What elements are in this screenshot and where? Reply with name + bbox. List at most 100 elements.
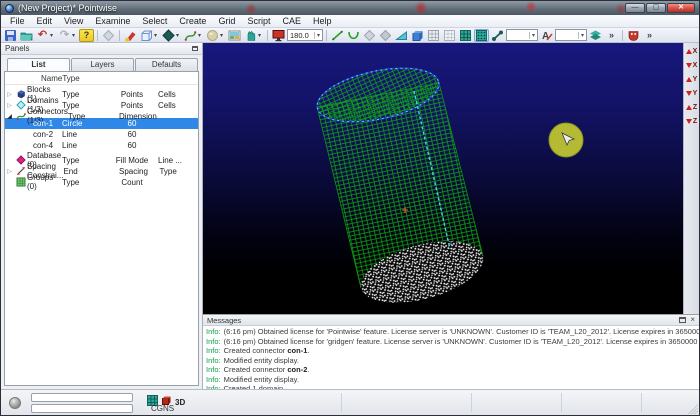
rotation-angle-dropdown-icon[interactable] [314,32,320,39]
more-tools-icon[interactable] [604,29,619,42]
menu-file[interactable]: File [4,15,31,27]
tab-defaults[interactable]: Defaults [135,58,198,71]
redo-icon[interactable] [57,29,72,42]
menu-view[interactable]: View [58,15,89,27]
tree-row-con-1[interactable]: con-1 Circle 60 [5,118,198,129]
view-minus-x-button[interactable]: X [685,59,699,72]
save-icon[interactable] [3,29,18,42]
dimension-label[interactable]: 3D [175,398,185,407]
expander-icon[interactable]: ▷ [5,168,14,175]
diamond-b-icon[interactable] [378,29,393,42]
float-messages-icon[interactable] [679,317,686,323]
text-style-icon[interactable]: A [539,29,554,42]
more-cae-icon[interactable] [642,29,657,42]
grid-b-icon[interactable] [442,29,457,42]
scale-combo[interactable] [555,29,587,41]
maximize-button[interactable]: ▢ [646,3,666,13]
menu-edit[interactable]: Edit [31,15,59,27]
display-screen-icon[interactable] [271,29,286,42]
float-panel-icon[interactable] [192,46,198,51]
panels-titlebar[interactable]: Panels [1,43,202,55]
tree-header[interactable]: Name Type [5,72,198,85]
menu-help[interactable]: Help [307,15,338,27]
size-combo[interactable] [506,29,538,41]
menu-examine[interactable]: Examine [89,15,136,27]
tree-row-con-2[interactable]: con-2 Line 60 [5,129,198,140]
menu-cae[interactable]: CAE [276,15,307,27]
view-plus-y-button[interactable]: Y [685,73,699,86]
messages-titlebar[interactable]: Messages [203,315,699,326]
log-line: Info:(6:16 pm) Obtained license for 'gri… [206,337,696,347]
column-type[interactable]: Type [62,74,106,83]
help-icon[interactable] [79,29,94,42]
pan-hand-icon[interactable] [243,29,258,42]
view-plus-x-button[interactable]: X [685,45,699,58]
sphere-dropdown-icon[interactable] [220,32,226,39]
tree-row-database[interactable]: Database (0) Type Fill Mode Line ... [5,151,198,162]
solid-diamond-dropdown-icon[interactable] [176,32,182,39]
log-line: Info:Created connector con-2. [206,365,696,375]
redo-dropdown-icon[interactable] [72,32,78,39]
pan-hand-dropdown-icon[interactable] [258,32,264,39]
minus-arrow-icon [686,63,692,68]
messages-title: Messages [207,316,675,325]
window-title: (New Project)* Pointwise [18,3,625,13]
database-diamond-icon [14,155,27,165]
cursor-highlight [549,123,583,157]
grid-a-icon[interactable] [426,29,441,42]
close-messages-icon[interactable] [690,317,695,323]
title-bar[interactable]: (New Project)* Pointwise — ▢ ✕ [1,1,699,15]
paint-icon[interactable] [123,29,138,42]
cae-mask-icon[interactable] [626,29,641,42]
two-point-line-icon[interactable] [330,29,345,42]
view-cube-dropdown-icon[interactable] [154,32,160,39]
expander-icon[interactable]: ▷ [5,102,14,109]
image-capture-icon[interactable] [227,29,242,42]
tree-row-con-4[interactable]: con-4 Line 60 [5,140,198,151]
solid-diamond-icon[interactable] [161,29,176,42]
diamond-a-icon[interactable] [362,29,377,42]
solver-label: CGNS [151,404,174,413]
menu-script[interactable]: Script [241,15,276,27]
dotted-grid-icon[interactable] [474,29,489,42]
scale-combo-dropdown-icon[interactable] [578,32,584,39]
resize-grip[interactable] [688,404,698,414]
minimize-button[interactable]: — [625,3,645,13]
draw-curve-icon[interactable] [183,29,198,42]
3d-viewport[interactable] [203,43,685,314]
expander-icon[interactable]: ▷ [5,91,14,98]
view-cube-icon[interactable] [139,29,154,42]
cylinder-mesh [312,59,489,314]
arc-segment-icon[interactable] [346,29,361,42]
view-minus-z-button[interactable]: Z [685,115,699,128]
delete-icon[interactable] [101,29,116,42]
view-plus-z-button[interactable]: Z [685,101,699,114]
hex-block-icon[interactable] [410,29,425,42]
menu-select[interactable]: Select [136,15,173,27]
draw-curve-dropdown-icon[interactable] [198,32,204,39]
wedge-icon[interactable] [394,29,409,42]
messages-log[interactable]: Info:(6:16 pm) Obtained license for 'Poi… [203,326,699,389]
shaded-grid-icon[interactable] [458,29,473,42]
undo-dropdown-icon[interactable] [50,32,56,39]
tab-layers[interactable]: Layers [71,58,134,71]
status-field-2[interactable] [31,404,133,413]
tree-row-blocks[interactable]: ▷ Blocks (1) Type Points Cells [5,85,198,96]
view-minus-y-button[interactable]: Y [685,87,699,100]
status-field-1[interactable] [31,393,133,402]
size-combo-dropdown-icon[interactable] [529,32,535,39]
undo-icon[interactable] [35,29,50,42]
link-edges-icon[interactable] [490,29,505,42]
expander-icon[interactable]: ◢ [5,113,14,120]
log-line: Info:Modified entity display. [206,356,696,366]
sphere-icon[interactable] [205,29,220,42]
column-name[interactable]: Name [5,74,62,83]
layers-icon[interactable] [588,29,603,42]
menu-create[interactable]: Create [173,15,212,27]
tab-list[interactable]: List [7,58,70,71]
menu-grid[interactable]: Grid [212,15,241,27]
plus-arrow-icon [686,105,692,110]
close-button[interactable]: ✕ [667,3,695,13]
open-icon[interactable] [19,29,34,42]
rotation-angle-combo[interactable]: 180.0 [287,29,323,41]
